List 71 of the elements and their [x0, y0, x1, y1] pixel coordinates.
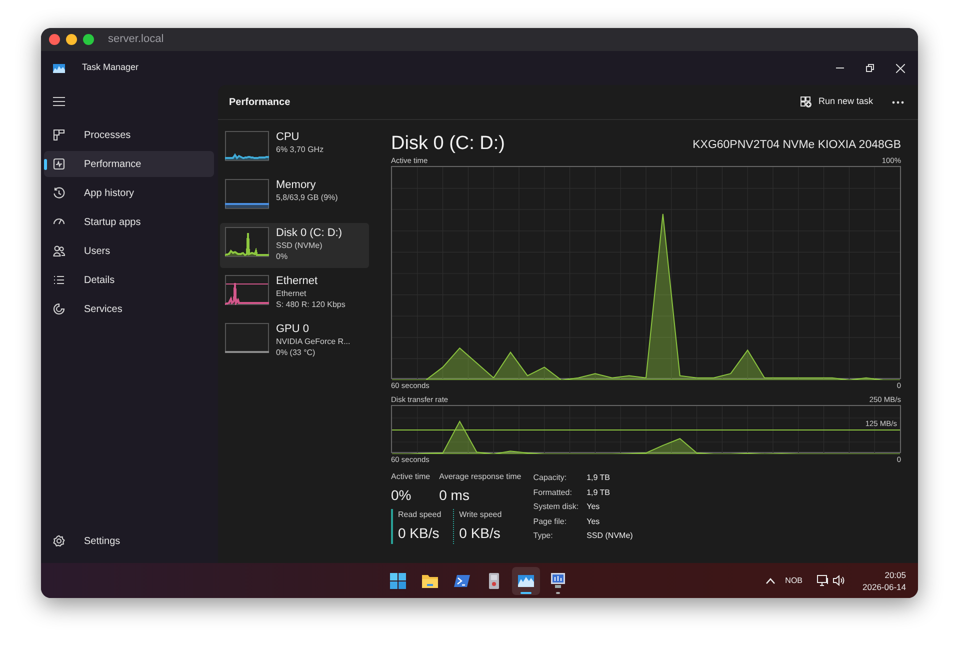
- stat-label: Average response time: [439, 471, 522, 483]
- language-indicator[interactable]: NOB: [785, 574, 803, 586]
- disk-model: KXG60PNV2T04 NVMe KIOXIA 2048GB: [692, 138, 901, 153]
- clock-icon: [53, 187, 65, 199]
- property-label: System disk:: [533, 501, 579, 514]
- settings-item[interactable]: Settings: [44, 528, 128, 554]
- property-value: 1,9 TB: [586, 472, 612, 484]
- sidebar-item[interactable]: Startup apps: [44, 209, 214, 235]
- volume-icon[interactable]: [832, 575, 845, 586]
- stat-value: 0%: [391, 486, 412, 505]
- clock-date[interactable]: 2026-06-14: [862, 580, 906, 592]
- device-name: CPU: [276, 131, 300, 144]
- property-value: Yes: [586, 501, 601, 514]
- new-task-icon: [800, 96, 812, 108]
- users-icon: [53, 245, 65, 257]
- run-new-task-button[interactable]: Run new task: [796, 91, 877, 113]
- device-detail: SSD (NVMe): [276, 240, 324, 251]
- sidebar-item[interactable]: Performance: [44, 151, 214, 177]
- property-value: Yes: [586, 516, 601, 528]
- sidebar-item[interactable]: App history: [44, 180, 214, 206]
- restore-icon[interactable]: [866, 64, 874, 72]
- speed-value: 0 KB/s: [398, 524, 440, 543]
- device-name: Disk 0 (C: D:): [276, 227, 342, 240]
- property-value: SSD (NVMe): [586, 530, 633, 542]
- stat-label: Active time: [391, 471, 430, 483]
- more-icon: [892, 100, 904, 104]
- speed-value: 0 KB/s: [459, 524, 502, 543]
- property-value: 1,9 TB: [586, 486, 612, 499]
- close-icon[interactable]: [896, 64, 905, 72]
- device-name: Memory: [276, 179, 317, 192]
- device-detail: 0% (33 °C): [276, 347, 316, 358]
- device-name: GPU 0: [276, 323, 310, 336]
- clock-time[interactable]: 20:05: [884, 568, 906, 580]
- grid-icon: [53, 129, 65, 141]
- device-item[interactable]: GPU 0 NVIDIA GeForce R... 0% (33 °C): [220, 319, 369, 364]
- taskbar-app[interactable]: [512, 566, 540, 594]
- speed-label: Write speed: [459, 509, 502, 521]
- disk-title: Disk 0 (C: D:): [391, 133, 505, 155]
- stat-value: 0 ms: [439, 486, 470, 505]
- list-icon: [53, 274, 65, 286]
- property-label: Capacity:: [533, 472, 568, 484]
- property-label: Formatted:: [533, 486, 573, 499]
- device-detail: 0%: [276, 251, 289, 262]
- device-item[interactable]: Ethernet Ethernet S: 480 R: 120 Kbps: [220, 271, 369, 316]
- device-detail: S: 480 R: 120 Kbps: [276, 299, 346, 310]
- windows-logo-icon: [389, 572, 407, 590]
- device-item[interactable]: Disk 0 (C: D:) SSD (NVMe) 0%: [220, 223, 369, 268]
- monitor-icon: [549, 572, 567, 590]
- device-detail: Ethernet: [276, 288, 308, 299]
- device-detail: NVIDIA GeForce R...: [276, 336, 350, 347]
- device-detail: 5,8/63,9 GB (9%): [276, 192, 338, 203]
- chart-icon: [53, 158, 65, 170]
- device-item[interactable]: CPU 6% 3,70 GHz: [220, 127, 369, 172]
- property-label: Type:: [533, 530, 554, 542]
- page-title: Performance: [229, 96, 290, 110]
- caret-up-icon[interactable]: [766, 578, 776, 584]
- sidebar-item[interactable]: Users: [44, 238, 214, 264]
- window-title: server.local: [108, 32, 164, 48]
- gear-icon: [53, 535, 65, 547]
- sidebar-item[interactable]: Services: [44, 296, 214, 322]
- app-title: Task Manager: [82, 61, 139, 74]
- device-name: Ethernet: [276, 275, 319, 288]
- device-detail: 6% 3,70 GHz: [276, 144, 324, 155]
- device-item[interactable]: Memory 5,8/63,9 GB (9%): [220, 175, 369, 220]
- speed-label: Read speed: [398, 509, 442, 521]
- property-label: Page file:: [533, 516, 568, 528]
- network-icon[interactable]: [816, 575, 829, 586]
- sidebar-item[interactable]: Details: [44, 267, 214, 293]
- app-logo-icon: [53, 64, 65, 72]
- menu-icon[interactable]: [53, 97, 65, 106]
- sidebar-item[interactable]: Processes: [44, 122, 214, 148]
